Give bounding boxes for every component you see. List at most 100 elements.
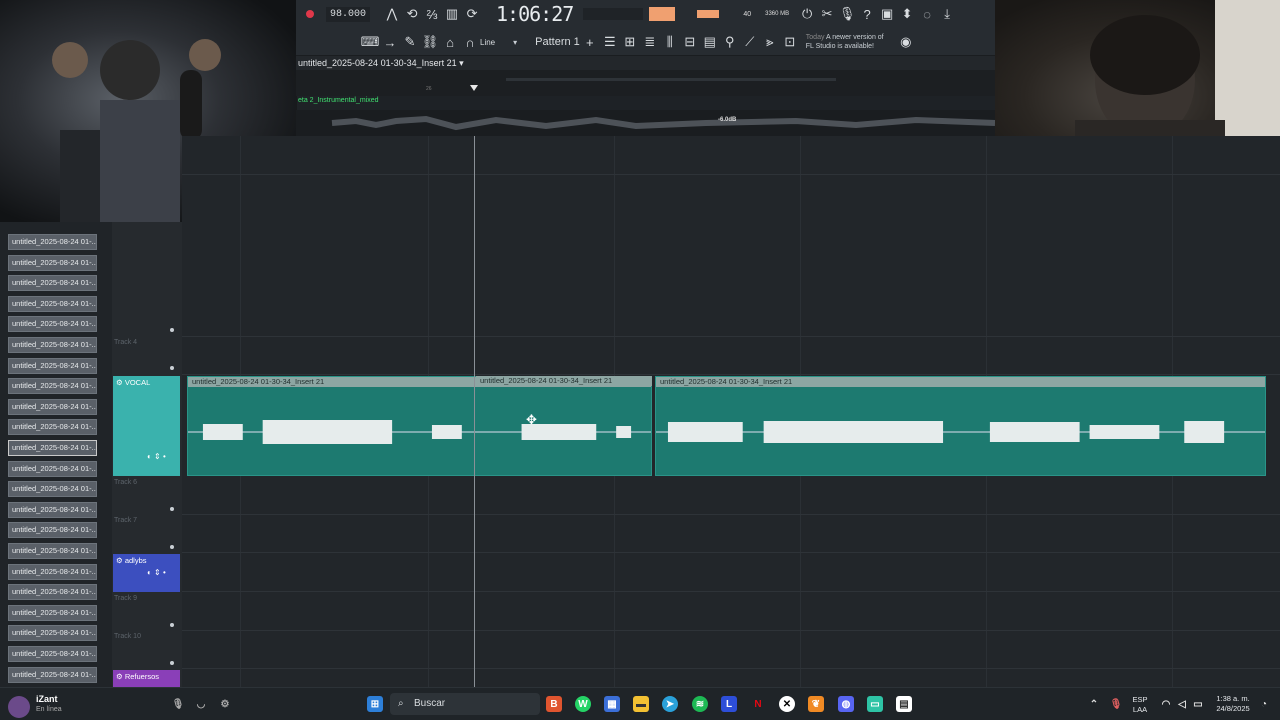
plugin-icon[interactable]: ⚲ [720, 32, 740, 52]
windows-start-icon[interactable]: ⊞ [367, 696, 383, 712]
clock[interactable]: 1:38 a. m. 24/8/2025 [1210, 694, 1256, 714]
track4-dot[interactable] [170, 366, 174, 370]
picker-item[interactable]: untitled_2025-08-24 01-... [8, 522, 97, 539]
discord-icon[interactable]: ◍ [838, 696, 854, 712]
language-indicator[interactable]: ESP LAA [1130, 695, 1150, 715]
brush-icon[interactable]: ⟋ [740, 32, 760, 52]
track4-name[interactable]: Track 4 [114, 339, 137, 346]
picker-item[interactable]: untitled_2025-08-24 01-... [8, 398, 97, 415]
gear-icon[interactable]: ⚙ [116, 672, 123, 681]
mute-icon[interactable]: ⪢ [760, 32, 780, 52]
picker-item[interactable]: untitled_2025-08-24 01-... [8, 337, 97, 353]
picker-item[interactable]: untitled_2025-08-24 01-... [8, 625, 97, 642]
picker-item[interactable]: untitled_2025-08-24 01-... [8, 666, 97, 683]
taskbar-search[interactable]: ⌕ Buscar [390, 693, 540, 715]
notifications-icon[interactable]: ◔ [1256, 696, 1272, 712]
whatsapp-icon[interactable]: W [575, 696, 591, 712]
vocal-track-header[interactable]: ⚙ VOCAL ◐ ⇕ • [113, 376, 180, 476]
picker-item[interactable]: untitled_2025-08-24 01-... [8, 254, 97, 271]
help-icon[interactable]: ? [857, 4, 877, 24]
snap-dropdown-icon[interactable]: ▾ [513, 38, 517, 47]
settings-icon[interactable]: ⚙ [217, 696, 233, 712]
picker-item[interactable]: untitled_2025-08-24 01-... [8, 440, 97, 456]
playlist-grid[interactable]: untitled_2025-08-24 01-30-34_Insert 21 u… [182, 136, 1280, 687]
wifi-icon[interactable]: ◠ [1158, 696, 1174, 712]
track7-name[interactable]: Track 7 [114, 517, 137, 524]
keyboard-icon[interactable]: ⌨ [360, 32, 380, 52]
picker-item[interactable]: untitled_2025-08-24 01-... [8, 316, 97, 333]
playhead-marker-icon[interactable] [470, 85, 478, 91]
track6-dot[interactable] [170, 507, 174, 511]
picker-item[interactable]: untitled_2025-08-24 01-... [8, 543, 97, 559]
cut-icon[interactable]: ✂ [817, 4, 837, 24]
link-icon[interactable]: ⛓ [420, 32, 440, 52]
title-dropdown-icon[interactable]: ▾ [459, 58, 464, 68]
fl-studio-icon[interactable]: ❦ [808, 696, 824, 712]
vocal-track-controls[interactable]: ◐ ⇕ • [147, 452, 166, 461]
gear-icon[interactable]: ⚙ [116, 378, 123, 387]
capcut-icon[interactable]: ✕ [779, 696, 795, 712]
track7-dot[interactable] [170, 545, 174, 549]
track9-name[interactable]: Track 9 [114, 595, 137, 602]
picker-item[interactable]: untitled_2025-08-24 01-... [8, 584, 97, 601]
render-icon[interactable]: ⬍ [897, 4, 917, 24]
track9-dot[interactable] [170, 623, 174, 627]
adlybs-track-header[interactable]: ⚙ adlybs ◐ ⇕ • [113, 554, 180, 592]
telegram-icon[interactable]: ➤ [662, 696, 678, 712]
pencil-icon[interactable]: ✎ [400, 32, 420, 52]
brave-icon[interactable]: B [546, 696, 562, 712]
countdown-icon[interactable]: ⅔ [422, 4, 442, 24]
battery-icon[interactable]: ▭ [1190, 696, 1206, 712]
tempo-display[interactable]: 98.000 [326, 6, 371, 22]
playlist-icon[interactable]: ☰ [600, 32, 620, 52]
step-edit-icon[interactable]: ▥ [442, 4, 462, 24]
arrow-right-icon[interactable]: → [380, 32, 400, 52]
track10-name[interactable]: Track 10 [114, 633, 141, 640]
microphone-icon[interactable]: 🎙 [837, 4, 857, 24]
picker-item[interactable]: untitled_2025-08-24 01-... [8, 646, 97, 662]
loop-record-icon[interactable]: ⟲ [402, 4, 422, 24]
picker-item[interactable]: untitled_2025-08-24 01-... [8, 460, 97, 477]
panic-icon[interactable]: ⏻ [797, 4, 817, 24]
netflix-icon[interactable]: N [750, 696, 766, 712]
file-icon[interactable]: ▤ [700, 32, 720, 52]
headset-icon[interactable]: ◡ [193, 696, 209, 712]
mic-icon[interactable]: 🎙 [170, 696, 186, 712]
song-time[interactable]: 1:06:27 [496, 2, 574, 26]
overview-waveform[interactable] [296, 110, 996, 136]
pattern-select[interactable]: Pattern 1 [535, 36, 580, 48]
piano-roll-icon[interactable]: ⊞ [620, 32, 640, 52]
mixer-icon[interactable]: ⫼ [660, 32, 680, 52]
track6-name[interactable]: Track 6 [114, 479, 137, 486]
picker-item[interactable]: untitled_2025-08-24 01-... [8, 378, 97, 395]
snap-select[interactable]: Line [480, 38, 495, 47]
spotify-icon[interactable]: ≋ [692, 696, 708, 712]
blend-notes-icon[interactable]: ⟳ [462, 4, 482, 24]
audio-clip[interactable]: untitled_2025-08-24 01-30-34_Insert 21 [655, 376, 1266, 476]
track10-dot[interactable] [170, 661, 174, 665]
playhead-line[interactable] [474, 136, 475, 687]
adlybs-track-controls[interactable]: ◐ ⇕ • [147, 568, 166, 577]
navigator-scrollbar[interactable] [506, 78, 836, 81]
picker-item[interactable]: untitled_2025-08-24 01-... [8, 234, 97, 250]
picker-item[interactable]: untitled_2025-08-24 01-... [8, 419, 97, 436]
refuerzos-track-header[interactable]: ⚙ Refuersos [113, 670, 180, 687]
avatar[interactable] [8, 696, 30, 718]
playlist-navigator[interactable]: 26 [296, 70, 995, 96]
file-explorer-icon[interactable]: ▬ [633, 696, 649, 712]
audio-clip-title-overlay[interactable]: untitled_2025-08-24 01-30-34_Insert 21 [476, 376, 652, 476]
magnet-icon[interactable]: ∩ [460, 32, 480, 52]
picker-item[interactable]: untitled_2025-08-24 01-... [8, 357, 97, 374]
chat-icon[interactable]: ◌ [917, 4, 937, 24]
tray-mic-icon[interactable]: 🎙 [1108, 696, 1124, 712]
metronome-icon[interactable]: ⋀ [382, 4, 402, 24]
record-icon[interactable] [306, 10, 314, 18]
l-app-icon[interactable]: L [721, 696, 737, 712]
cart-icon[interactable]: ⊡ [780, 32, 800, 52]
update-notice[interactable]: Today A newer version of FL Studio is av… [806, 33, 896, 51]
game-app-icon[interactable]: ▭ [867, 696, 883, 712]
picker-item[interactable]: untitled_2025-08-24 01-... [8, 563, 97, 580]
save-icon[interactable]: ▣ [877, 4, 897, 24]
globe-icon[interactable]: ◉ [896, 32, 916, 52]
picker-item[interactable]: untitled_2025-08-24 01-... [8, 275, 97, 292]
